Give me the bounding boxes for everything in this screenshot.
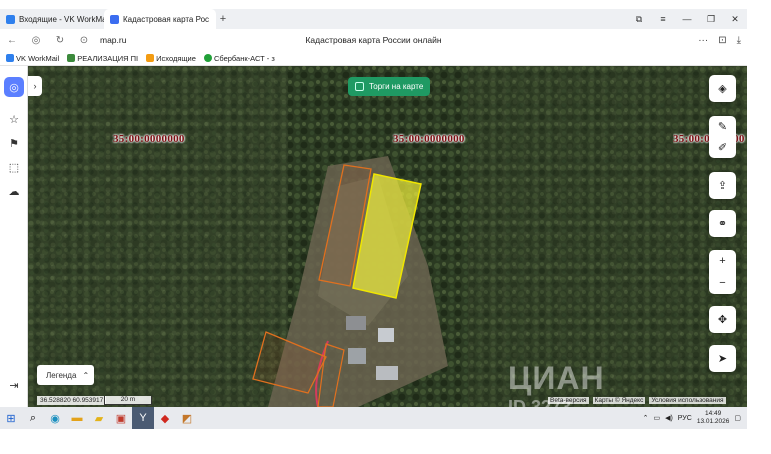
tab-label: Кадастровая карта Рос	[123, 14, 210, 24]
windows-start-icon[interactable]: ⊞	[0, 407, 22, 429]
bookmark-label: Исходящие	[156, 53, 196, 63]
bookmark-sberbank-ast[interactable]: Сбербанк-АСТ - з	[203, 53, 275, 63]
bookmark-realizacia[interactable]: РЕАЛИЗАЦИЯ ПІ	[67, 54, 138, 63]
locate-panel: ➤	[709, 345, 736, 372]
map-attribution: Beta-версия Карты © Яндекс Условия испол…	[548, 396, 726, 405]
volume-icon[interactable]: ◀)	[665, 414, 673, 422]
upload-panel: ⇪	[709, 172, 736, 199]
layers-panel: ◈	[709, 75, 736, 102]
mail-icon	[146, 54, 155, 62]
download-icon[interactable]: ⤓	[737, 35, 741, 46]
toggle-label: Торги на карте	[369, 82, 424, 91]
tab-manager-icon[interactable]: ⧉	[627, 14, 651, 25]
bookmark-vk-workmail[interactable]: VK WorkMail	[6, 54, 59, 63]
time: 14:49	[704, 410, 722, 417]
menu-icon[interactable]: ≡	[651, 14, 675, 24]
geolocation-icon[interactable]: ➤	[718, 352, 727, 365]
site-info-icon[interactable]: ⊙	[72, 35, 96, 46]
windows-taskbar: ⊞ ⌕ ◉ ▬ ▰ ▣ Y ◆ ◩ ⌃ ▭ ◀) РУС 14:49 13.01…	[0, 407, 747, 429]
cloud-upload-icon[interactable]: ⇪	[718, 179, 727, 192]
url-field[interactable]: map.ru	[100, 35, 126, 45]
tab-bar: Входящие - VK WorkMail Кадастровая карта…	[0, 9, 747, 29]
scale-bar: 20 m	[104, 396, 152, 405]
bookmark-icon[interactable]: ⊡	[718, 35, 726, 46]
chevron-up-icon[interactable]: ⌃	[643, 414, 649, 422]
yandex-copyright[interactable]: Карты © Яндекс	[592, 397, 646, 404]
legend-label: Легенда	[46, 370, 77, 380]
bookmark-label: РЕАЛИЗАЦИЯ ПІ	[77, 53, 139, 63]
bookmarks-bar: VK WorkMail РЕАЛИЗАЦИЯ ПІ Исходящие Сбер…	[0, 51, 747, 66]
notifications-icon[interactable]: ▢	[734, 414, 741, 422]
layers-icon[interactable]: ◈	[718, 82, 726, 95]
window-controls: ⧉ ≡ — ❐ ✕	[627, 9, 747, 29]
tab-vk-workmail[interactable]: Входящие - VK WorkMail	[0, 9, 104, 29]
explorer-icon[interactable]: ▬	[66, 407, 88, 429]
maximize-button[interactable]: ❐	[699, 14, 723, 25]
minimize-button[interactable]: —	[675, 14, 699, 24]
legend-button[interactable]: Легенда ⌃	[37, 365, 94, 385]
app-stack-icon[interactable]: ◩	[176, 407, 198, 429]
satellite-map[interactable]	[28, 66, 747, 407]
expand-panel-button[interactable]: ›	[28, 76, 42, 96]
network-icon[interactable]: ▭	[653, 414, 660, 422]
auctions-on-map-toggle[interactable]: Торги на карте	[348, 77, 431, 96]
app-sidebar: ◎ ☆ ⚑ ⬚ ☁ ⇥	[0, 66, 28, 407]
zoom-in-button[interactable]: +	[719, 255, 725, 267]
folder-icon[interactable]: ▰	[88, 407, 110, 429]
share-icon[interactable]: ⚭	[718, 217, 727, 230]
watermark-logo: ЦИАН	[508, 360, 605, 396]
map-app-icon	[110, 14, 119, 24]
terms-link[interactable]: Условия использования	[649, 397, 726, 404]
ruler-icon[interactable]: ✎	[718, 120, 727, 133]
satellite-imagery	[28, 66, 747, 407]
table-icon	[67, 54, 76, 62]
vk-icon	[6, 54, 14, 62]
chevron-up-icon: ⌃	[82, 370, 90, 380]
app-red-icon[interactable]: ◆	[154, 407, 176, 429]
coordinates-readout: 36.528820 60.953917	[37, 396, 107, 405]
cadastral-label: 35:00:0000000	[393, 133, 465, 145]
reload-button[interactable]: ↻	[48, 35, 72, 46]
favorites-icon[interactable]: ☆	[4, 109, 24, 129]
select-area-icon[interactable]: ⬚	[4, 157, 24, 177]
checkbox[interactable]	[355, 82, 364, 91]
tab-label: Входящие - VK WorkMail	[19, 14, 104, 24]
vk-mail-icon	[6, 14, 15, 24]
pan-panel: ✥	[709, 306, 736, 333]
bookmark-label: Сбербанк-АСТ - з	[213, 53, 275, 63]
edge-icon[interactable]: ◉	[44, 407, 66, 429]
search-icon[interactable]: ⌕	[22, 407, 44, 429]
zoom-out-button[interactable]: −	[719, 277, 725, 289]
sberbank-icon	[203, 54, 212, 62]
logout-icon[interactable]: ⇥	[4, 375, 24, 395]
screen: Входящие - VK WorkMail Кадастровая карта…	[0, 0, 747, 432]
back-button[interactable]: ←	[0, 35, 24, 46]
protect-icon[interactable]: ◎	[24, 35, 48, 46]
flag-icon[interactable]: ⚑	[4, 133, 24, 153]
language-indicator[interactable]: РУС	[678, 415, 692, 422]
cadastral-label: 35:00:0000000	[113, 133, 185, 145]
more-icon[interactable]: ···	[698, 35, 708, 46]
app-logo-icon[interactable]: ◎	[4, 77, 24, 97]
close-window-button[interactable]: ✕	[723, 14, 747, 25]
address-bar: Кадастровая карта России онлайн ← ◎ ↻ ⊙ …	[0, 29, 747, 51]
date: 13.01.2026	[696, 418, 730, 425]
app-icon[interactable]: ▣	[110, 407, 132, 429]
clock[interactable]: 14:49 13.01.2026	[697, 410, 730, 426]
zoom-controls: + −	[709, 250, 736, 294]
bookmark-label: VK WorkMail	[16, 53, 60, 63]
edit-icon[interactable]: ✐	[718, 141, 727, 154]
share-panel: ⚭	[709, 210, 736, 237]
tab-cadastral-map[interactable]: Кадастровая карта Рос ✕	[104, 9, 216, 29]
beta-label: Beta-версия	[548, 397, 589, 404]
new-tab-button[interactable]: +	[216, 13, 230, 25]
yandex-browser-icon[interactable]: Y	[132, 407, 154, 429]
system-tray: ⌃ ▭ ◀) РУС 14:49 13.01.2026 ▢	[643, 407, 741, 429]
draw-tools: ✎ ✐	[709, 116, 736, 158]
cloud-icon[interactable]: ☁	[4, 181, 24, 201]
move-icon[interactable]: ✥	[718, 313, 727, 326]
bookmark-outgoing[interactable]: Исходящие	[146, 54, 196, 63]
